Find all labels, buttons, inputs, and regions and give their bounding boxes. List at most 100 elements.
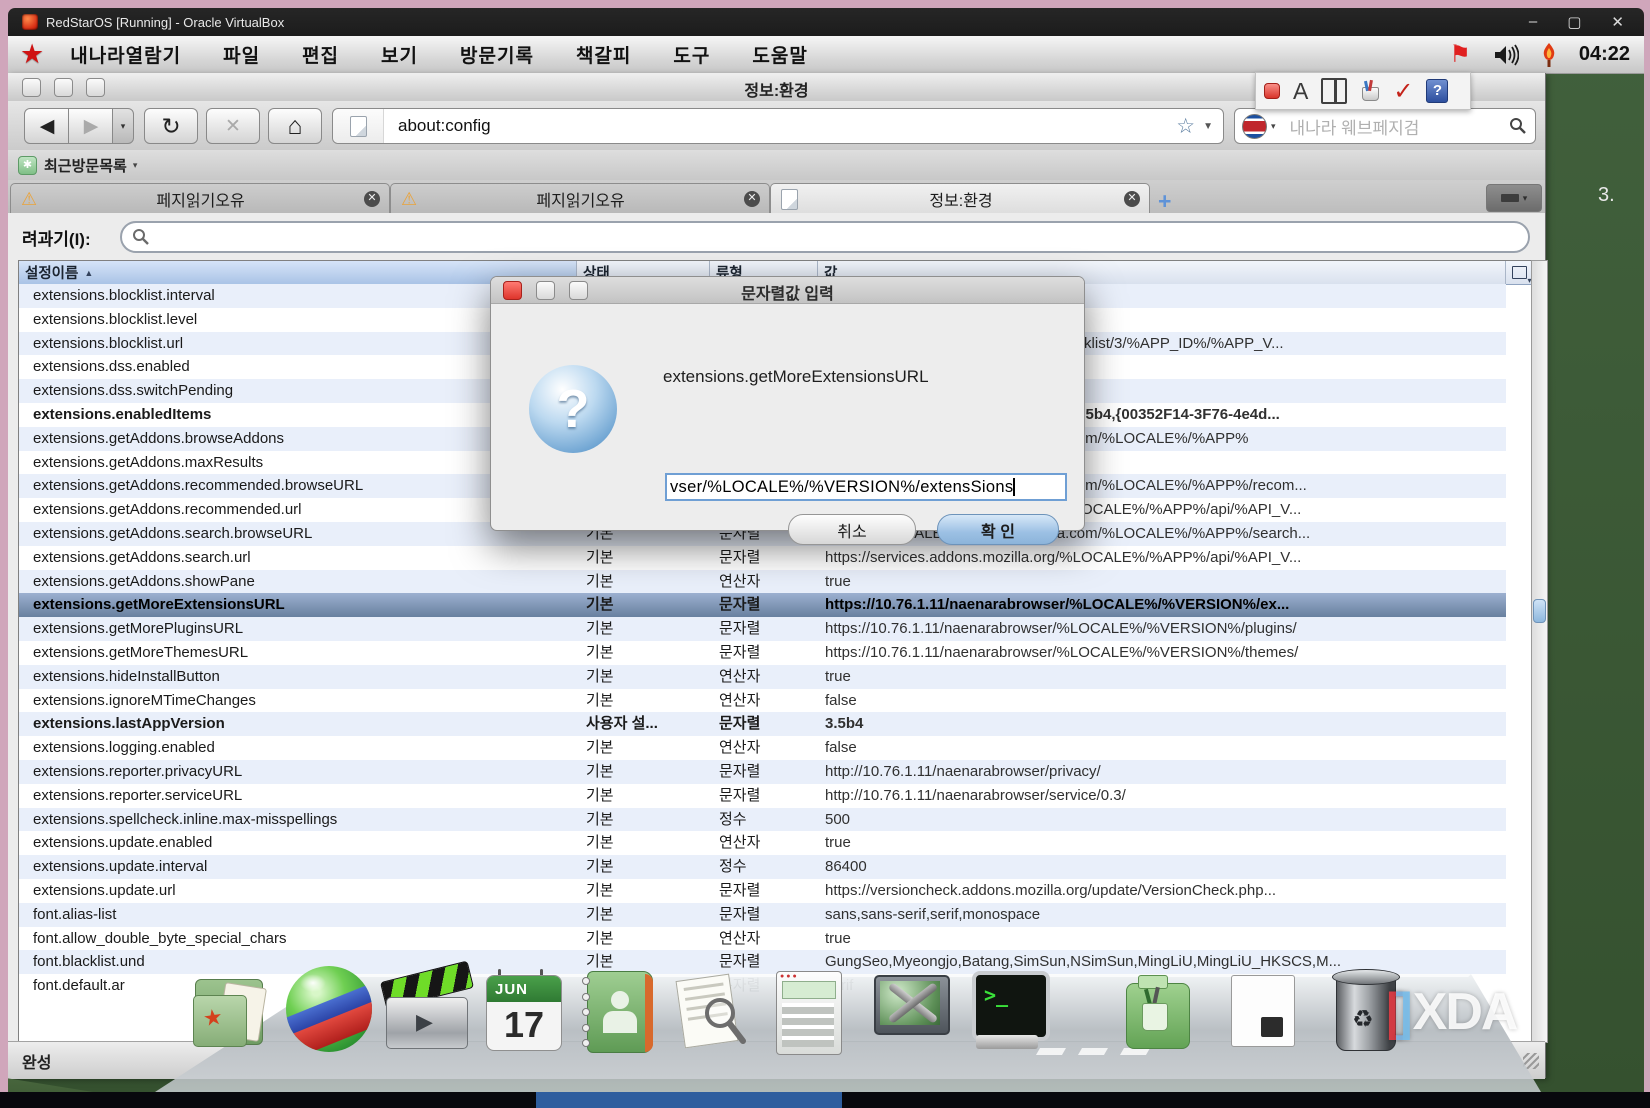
palette-close-icon[interactable] [1264, 83, 1280, 99]
terminal-icon[interactable]: >_ [966, 969, 1050, 1055]
recent-visits-menu[interactable]: 최근방문목록 [44, 155, 127, 176]
table-row[interactable]: extensions.reporter.privacyURL기본문자렬http:… [19, 760, 1506, 784]
host-taskbar[interactable] [0, 1092, 1650, 1108]
reload-button[interactable]: ↻ [144, 108, 198, 144]
filter-input[interactable] [120, 221, 1530, 253]
tab-2[interactable]: 정보:환경✕ [770, 183, 1150, 214]
media-player-icon[interactable]: ▶ [384, 969, 468, 1055]
split-view-icon[interactable] [1321, 78, 1347, 104]
menu-item-4[interactable]: 방문기록 [460, 46, 534, 67]
pref-value: http://10.76.1.11/naenarabrowser/privacy… [825, 760, 1504, 784]
dialog-titlebar[interactable]: 문자렬값 입력 [491, 277, 1084, 304]
search-icon[interactable] [1509, 117, 1527, 135]
table-row[interactable]: extensions.getAddons.showPane기본연산자true [19, 570, 1506, 594]
file-browser-icon[interactable] [1221, 969, 1305, 1055]
speaker-icon[interactable] [1493, 44, 1519, 66]
torch-icon[interactable] [1541, 43, 1557, 67]
home-button[interactable]: ⌂ [268, 108, 322, 144]
menu-item-1[interactable]: 파일 [223, 46, 260, 67]
search-icon [132, 228, 150, 246]
table-row[interactable]: extensions.getMorePluginsURL기본문자렬https:/… [19, 617, 1506, 641]
dialog-value-input[interactable]: vser/%LOCALE%/%VERSION%/extensSions [665, 473, 1067, 501]
back-history-dropdown[interactable]: ▾ [112, 108, 134, 144]
site-identity-box[interactable] [333, 109, 384, 143]
tab-close-icon[interactable]: ✕ [744, 191, 760, 207]
document-search-icon[interactable] [670, 969, 754, 1055]
menu-item-2[interactable]: 편집 [302, 46, 339, 67]
address-book-icon[interactable] [579, 969, 663, 1055]
pref-name: font.blacklist.und [33, 950, 145, 974]
table-row[interactable]: font.alias-list기본문자렬sans,sans-serif,seri… [19, 903, 1506, 927]
table-row[interactable]: extensions.spellcheck.inline.max-misspel… [19, 808, 1506, 832]
table-row[interactable]: extensions.hideInstallButton기본연산자true [19, 665, 1506, 689]
shelf-stripe [1078, 1048, 1108, 1055]
pref-name: extensions.lastAppVersion [33, 712, 225, 736]
menu-item-6[interactable]: 도구 [673, 46, 710, 67]
search-placeholder[interactable]: 내나라 웨브페지검 [1290, 114, 1420, 139]
utilities-icon[interactable] [1116, 969, 1200, 1055]
pref-status: 기본 [586, 784, 614, 808]
pen-cup-icon[interactable] [1360, 81, 1380, 101]
pref-value: false [825, 736, 1504, 760]
tab-close-icon[interactable]: ✕ [1124, 191, 1140, 207]
warning-icon: ⚠ [21, 190, 37, 208]
menu-item-5[interactable]: 책갈피 [576, 46, 631, 67]
search-engine-dropdown[interactable]: ▾ [1271, 121, 1276, 132]
virtualbox-titlebar[interactable]: RedStarOS [Running] - Oracle VirtualBox … [8, 8, 1644, 36]
minimize-button[interactable]: – [1529, 13, 1537, 31]
tab-1[interactable]: ⚠페지읽기오유✕ [390, 183, 770, 214]
bookmark-star-icon[interactable]: ☆ [1176, 114, 1195, 139]
pref-type: 문자렬 [719, 641, 760, 665]
maximize-button[interactable]: ▢ [1567, 13, 1581, 31]
tab-close-icon[interactable]: ✕ [364, 191, 380, 207]
ok-button[interactable]: 확 인 [937, 514, 1059, 545]
scrollbar-thumb[interactable] [1533, 599, 1546, 623]
file-manager-icon[interactable]: ★ [191, 969, 275, 1055]
table-row[interactable]: extensions.getAddons.search.url기본문자렬http… [19, 546, 1506, 570]
calendar-icon[interactable]: JUN17 [482, 969, 566, 1055]
tab-list-button[interactable]: ▾ [1486, 184, 1542, 212]
url-bar[interactable]: about:config ☆ ▼ [332, 108, 1224, 144]
pref-name: extensions.getMoreExtensionsURL [33, 593, 285, 617]
column-picker-icon[interactable] [1505, 261, 1532, 284]
flag-icon[interactable]: ⚑ [1449, 40, 1471, 69]
table-row[interactable]: extensions.lastAppVersion사용자 설...문자렬3.5b… [19, 712, 1506, 736]
menu-item-7[interactable]: 도움말 [752, 46, 807, 67]
table-row[interactable]: extensions.ignoreMTimeChanges기본연산자false [19, 689, 1506, 713]
menu-item-3[interactable]: 보기 [381, 46, 418, 67]
table-row[interactable]: extensions.update.url기본문자렬https://versio… [19, 879, 1506, 903]
table-row[interactable]: extensions.update.enabled기본연산자true [19, 831, 1506, 855]
text-tool-icon[interactable]: A [1293, 78, 1308, 105]
stop-button[interactable]: ✕ [206, 108, 260, 144]
pref-status: 기본 [586, 736, 614, 760]
pref-type: 문자렬 [719, 712, 760, 736]
cancel-button[interactable]: 취소 [788, 514, 916, 545]
search-box[interactable]: ▾ 내나라 웨브페지검 [1234, 108, 1536, 144]
back-button[interactable]: ◀ [24, 108, 70, 144]
pref-status: 기본 [586, 546, 614, 570]
browser-globe-icon[interactable] [286, 966, 372, 1052]
taskbar-window-segment[interactable] [536, 1092, 842, 1108]
pref-status: 기본 [586, 760, 614, 784]
vertical-scrollbar[interactable] [1531, 260, 1548, 1043]
url-text[interactable]: about:config [398, 116, 491, 136]
close-button[interactable]: ✕ [1611, 13, 1624, 31]
search-engine-icon[interactable] [1242, 114, 1267, 139]
table-row[interactable]: extensions.logging.enabled기본연산자false [19, 736, 1506, 760]
table-row[interactable]: extensions.update.interval기본정수86400 [19, 855, 1506, 879]
system-settings-icon[interactable] [870, 969, 954, 1055]
table-row[interactable]: extensions.getMoreExtensionsURL기본문자렬http… [19, 593, 1506, 617]
table-row[interactable]: font.allow_double_byte_special_chars기본연산… [19, 927, 1506, 951]
table-row[interactable]: extensions.reporter.serviceURL기본문자렬http:… [19, 784, 1506, 808]
clock: 04:22 [1579, 43, 1630, 66]
string-value-dialog: 문자렬값 입력 ? extensions.getMoreExtensionsUR… [490, 276, 1085, 531]
help-book-icon[interactable]: ? [1426, 79, 1448, 103]
url-dropdown-icon[interactable]: ▼ [1203, 121, 1213, 132]
menu-item-0[interactable]: 내나라열람기 [70, 46, 181, 67]
table-row[interactable]: extensions.getMoreThemesURL기본문자렬https://… [19, 641, 1506, 665]
tab-0[interactable]: ⚠페지읽기오유✕ [10, 183, 390, 214]
forward-button[interactable]: ▶ [68, 108, 114, 144]
check-tool-icon[interactable]: ✓ [1393, 77, 1413, 106]
new-tab-button[interactable]: + [1158, 188, 1171, 215]
calculator-icon[interactable]: ●●● [768, 969, 852, 1055]
